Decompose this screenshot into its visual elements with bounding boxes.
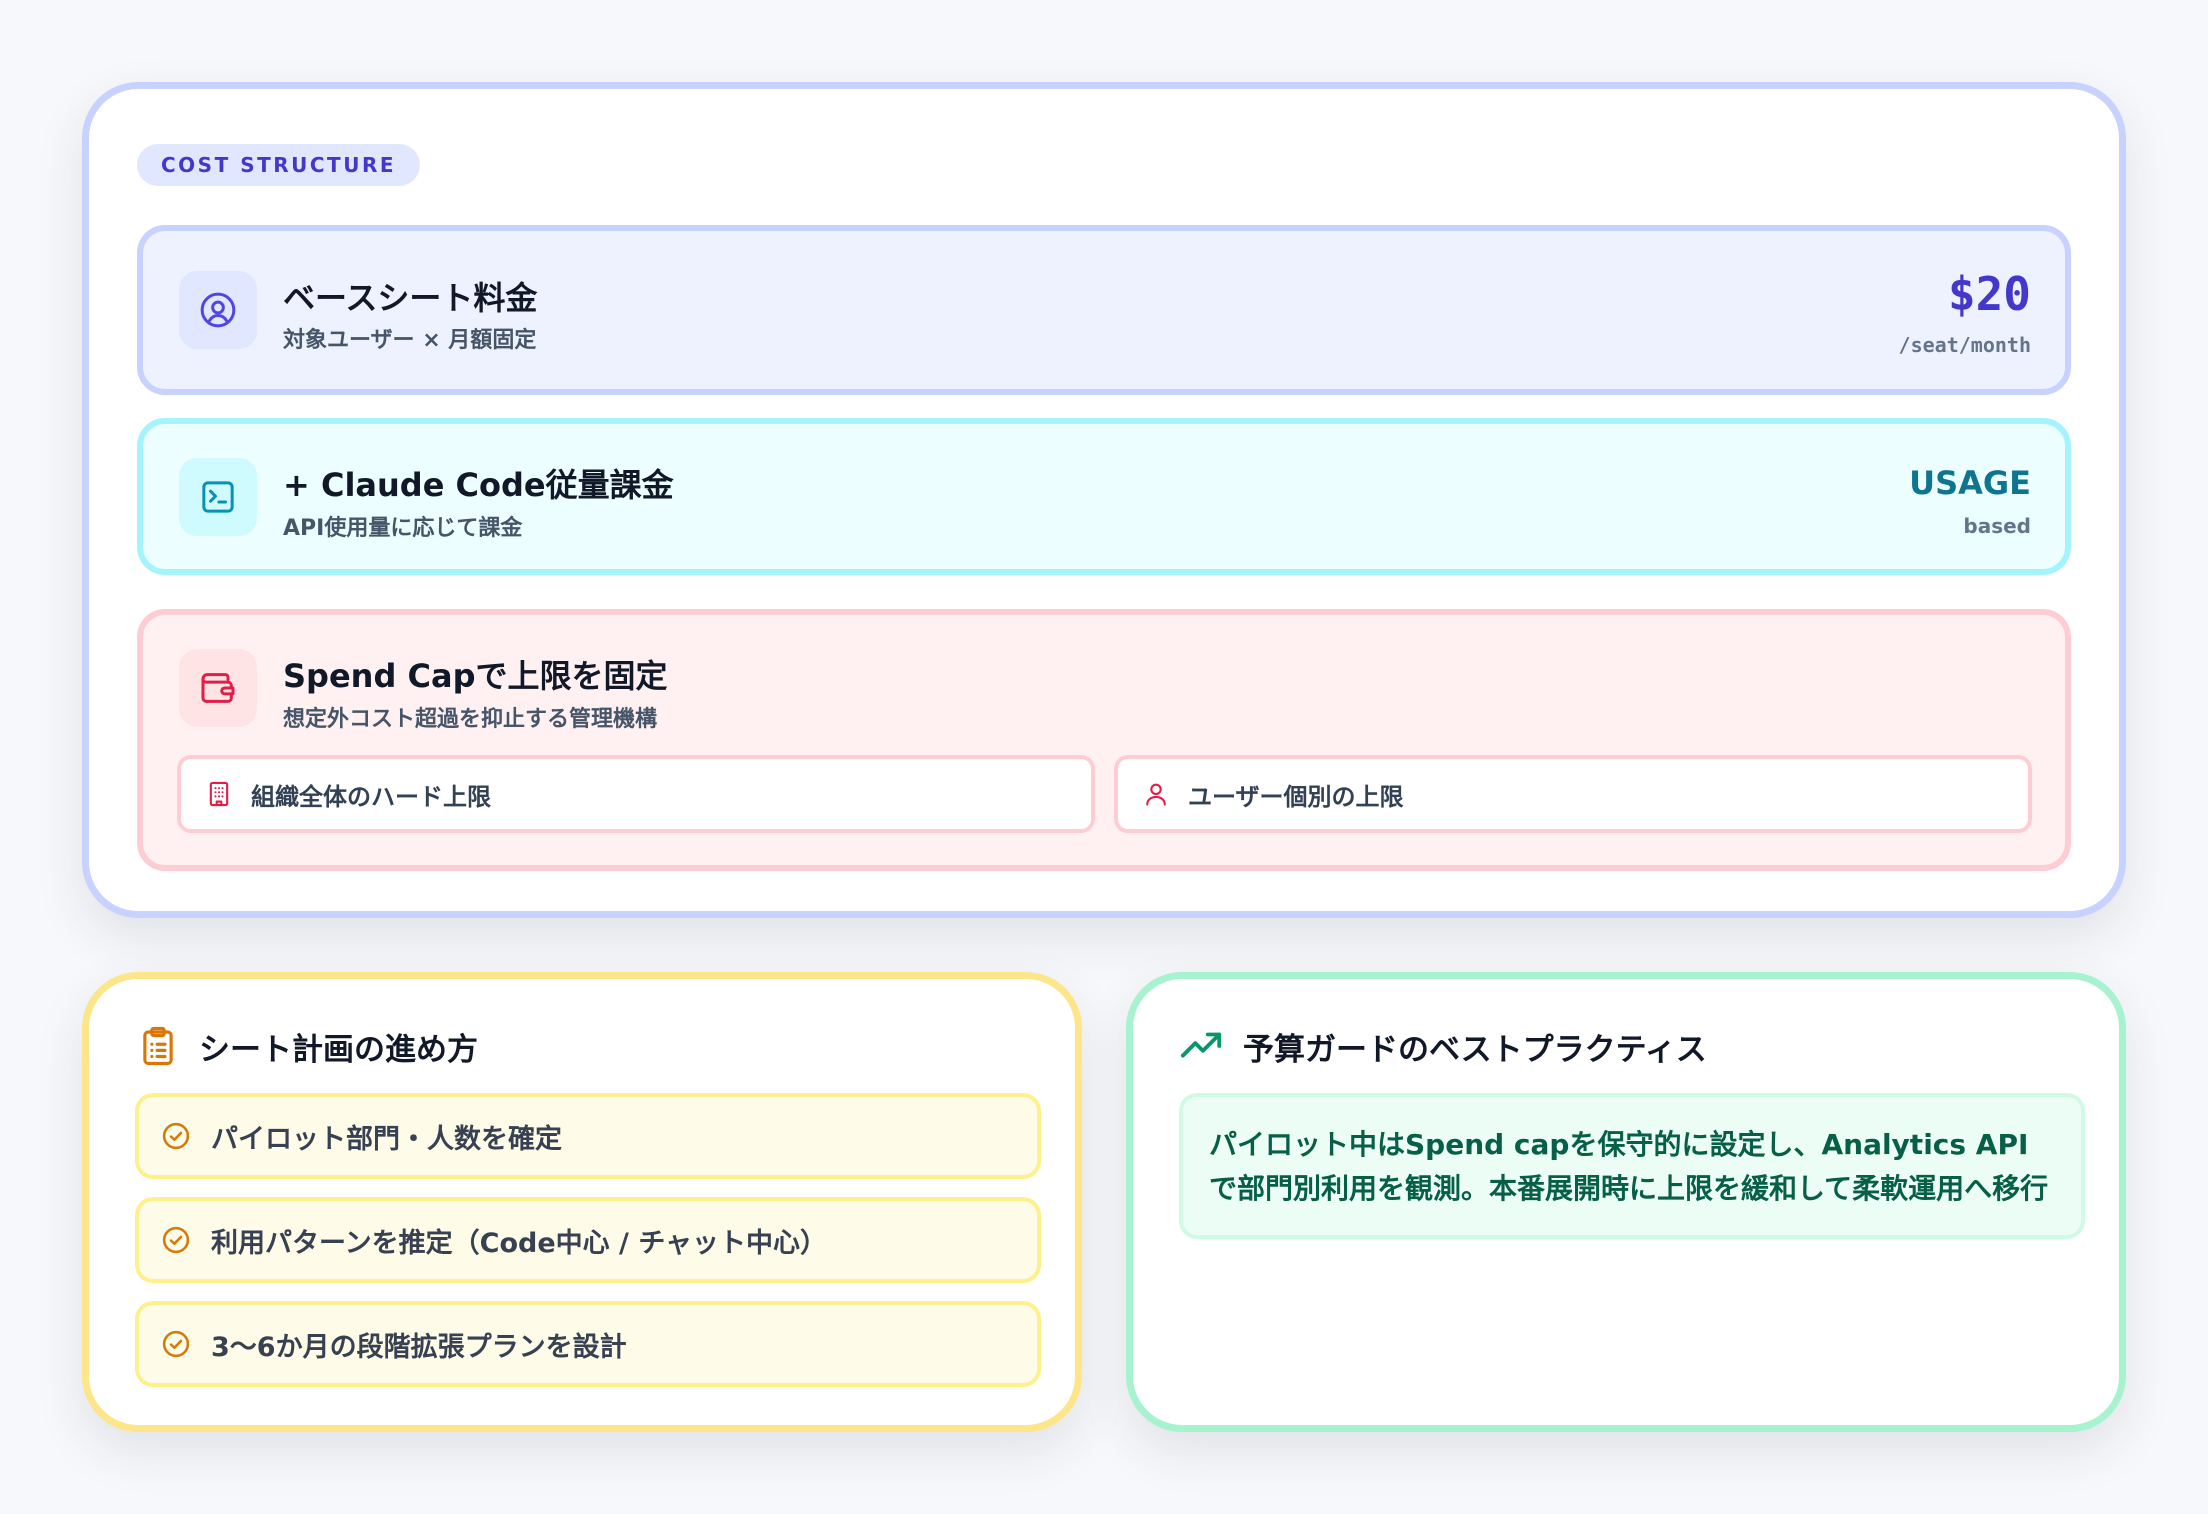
budget-guard-card: 予算ガードのベストプラクティス パイロット中はSpend capを保守的に設定し…: [1126, 972, 2126, 1432]
user-cap-label: ユーザー個別の上限: [1188, 782, 1404, 811]
cost-structure-pill: COST STRUCTURE: [137, 144, 420, 186]
budget-guard-header: 予算ガードのベストプラクティス: [1179, 1023, 1707, 1069]
base-seat-subtitle: 対象ユーザー × 月額固定: [283, 328, 537, 353]
seat-price-unit: /seat/month: [1898, 333, 2031, 357]
terminal-icon: [179, 458, 257, 536]
org-hard-cap-label: 組織全体のハード上限: [251, 782, 491, 811]
building-icon: [205, 779, 235, 809]
seat-plan-step-label: 3〜6か月の段階拡張プランを設計: [211, 1331, 627, 1363]
usage-badge-sub: based: [1963, 514, 2031, 538]
claude-code-usage-row: + Claude Code従量課金 API使用量に応じて課金 USAGE bas…: [137, 418, 2071, 575]
seat-price: $20: [1947, 267, 2031, 321]
spend-cap-row: Spend Capで上限を固定 想定外コスト超過を抑止する管理機構 組織全体のハ…: [137, 609, 2071, 871]
budget-guard-title: 予算ガードのベストプラクティス: [1243, 1031, 1707, 1068]
base-seat-row: ベースシート料金 対象ユーザー × 月額固定 $20 /seat/month: [137, 225, 2071, 395]
base-seat-title: ベースシート料金: [283, 279, 538, 317]
trending-up-icon: [1179, 1023, 1225, 1069]
check-circle-icon: [161, 1224, 193, 1256]
cost-structure-card: COST STRUCTURE ベースシート料金 対象ユーザー × 月額固定 $2…: [82, 82, 2126, 918]
seat-plan-step: 3〜6か月の段階拡張プランを設計: [135, 1301, 1041, 1387]
seat-plan-step: 利用パターンを推定（Code中心 / チャット中心）: [135, 1197, 1041, 1283]
usage-badge: USAGE: [1909, 464, 2031, 502]
seat-plan-header: シート計画の進め方: [135, 1023, 478, 1069]
clipboard-list-icon: [135, 1023, 181, 1069]
seat-plan-step-label: 利用パターンを推定（Code中心 / チャット中心）: [211, 1227, 828, 1259]
wallet-icon: [179, 649, 257, 727]
org-hard-cap-option: 組織全体のハード上限: [177, 755, 1095, 833]
user-icon: [1142, 779, 1172, 809]
seat-plan-card: シート計画の進め方 パイロット部門・人数を確定 利用パターンを推定（Code中心…: [82, 972, 1082, 1432]
usage-title: + Claude Code従量課金: [283, 466, 674, 504]
seat-plan-step: パイロット部門・人数を確定: [135, 1093, 1041, 1179]
budget-guard-text: パイロット中はSpend capを保守的に設定し、Analytics APIで部…: [1179, 1093, 2085, 1239]
usage-subtitle: API使用量に応じて課金: [283, 516, 523, 541]
check-circle-icon: [161, 1328, 193, 1360]
seat-plan-step-label: パイロット部門・人数を確定: [211, 1123, 562, 1155]
seat-plan-title: シート計画の進め方: [199, 1031, 478, 1068]
user-circle-icon: [179, 271, 257, 349]
spend-cap-title: Spend Capで上限を固定: [283, 657, 668, 695]
check-circle-icon: [161, 1120, 193, 1152]
user-cap-option: ユーザー個別の上限: [1114, 755, 2032, 833]
spend-cap-subtitle: 想定外コスト超過を抑止する管理機構: [283, 707, 658, 732]
